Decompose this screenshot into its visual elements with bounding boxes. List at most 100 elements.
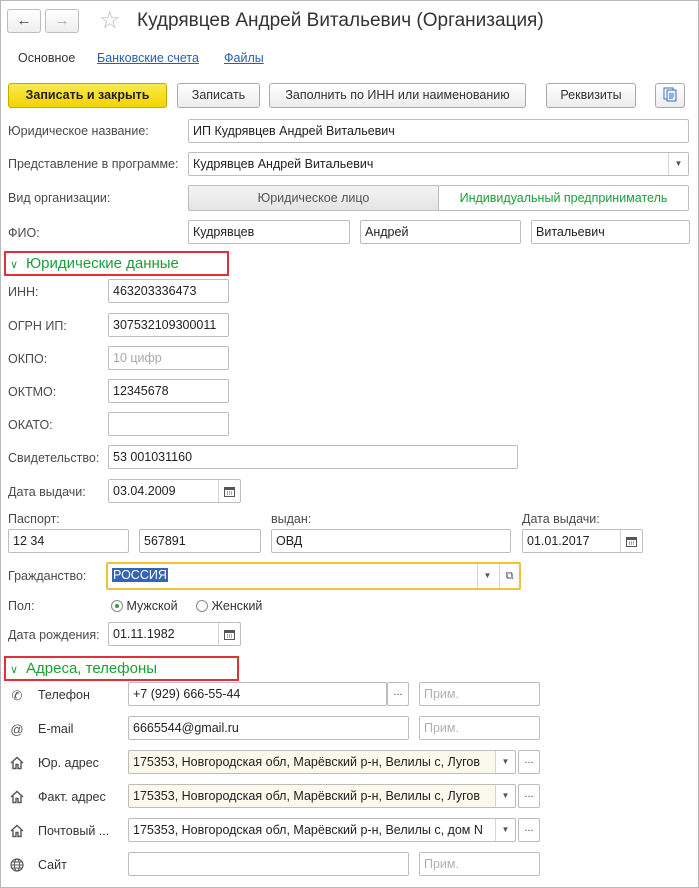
house-icon — [9, 790, 25, 806]
last-name-field[interactable]: Кудрявцев — [188, 220, 350, 244]
phone-field[interactable]: +7 (929) 666-55-44 — [128, 682, 387, 706]
birth-date-label: Дата рождения: — [8, 628, 100, 642]
favorite-star-icon[interactable]: ☆ — [99, 7, 121, 35]
calendar-icon[interactable] — [620, 530, 642, 552]
at-sign-icon: @ — [10, 722, 24, 737]
arrow-right-icon: → — [54, 12, 70, 29]
oktmo-field[interactable]: 12345678 — [108, 379, 229, 403]
email-note-field[interactable]: Прим. — [419, 716, 540, 740]
sex-female-label: Женский — [211, 599, 263, 613]
fio-label: ФИО: — [8, 226, 40, 240]
legal-name-label: Юридическое название: — [8, 124, 149, 138]
citizenship-field[interactable]: РОССИЯ ▼ ⧉ — [106, 562, 521, 590]
dropdown-arrow-icon[interactable]: ▼ — [495, 751, 515, 773]
sex-male-label: Мужской — [126, 599, 178, 613]
phone-note-field[interactable]: Прим. — [419, 682, 540, 706]
issued-by-label: выдан: — [271, 512, 312, 526]
middle-name-field[interactable]: Витальевич — [531, 220, 690, 244]
radio-selected-icon — [111, 600, 123, 612]
sex-female-radio[interactable]: Женский — [196, 599, 262, 613]
inn-label: ИНН: — [8, 285, 39, 299]
ogrn-label: ОГРН ИП: — [8, 319, 67, 333]
fill-by-inn-button[interactable]: Заполнить по ИНН или наименованию — [269, 83, 526, 108]
contacts-section-header[interactable]: ∨ Адреса, телефоны — [10, 660, 157, 677]
phone-label: Телефон — [38, 688, 90, 702]
legal-section-title: Юридические данные — [26, 255, 179, 272]
requisites-button[interactable]: Реквизиты — [546, 83, 636, 108]
display-name-field[interactable]: Кудрявцев Андрей Витальевич ▼ — [188, 152, 689, 176]
passport-number-field[interactable]: 567891 — [139, 529, 261, 553]
citizenship-label: Гражданство: — [8, 569, 87, 583]
legal-address-value: 175353, Новгородская обл, Марёвский р-н,… — [133, 755, 481, 769]
calendar-icon[interactable] — [218, 623, 240, 645]
okpo-label: ОКПО: — [8, 352, 48, 366]
tab-main[interactable]: Основное — [18, 51, 75, 65]
chevron-down-icon: ∨ — [10, 664, 19, 676]
ogrn-field[interactable]: 307532109300011 — [108, 313, 229, 337]
inn-field[interactable]: 463203336473 — [108, 279, 229, 303]
site-label: Сайт — [38, 858, 67, 872]
fact-address-field[interactable]: 175353, Новгородская обл, Марёвский р-н,… — [128, 784, 516, 808]
forward-button[interactable]: → — [45, 9, 79, 33]
phone-icon: ✆ — [11, 688, 23, 703]
sex-male-radio[interactable]: Мужской — [111, 599, 178, 613]
legal-address-field[interactable]: 175353, Новгородская обл, Марёвский р-н,… — [128, 750, 516, 774]
issue-date-field[interactable]: 03.04.2009 — [108, 479, 241, 503]
okato-label: ОКАТО: — [8, 418, 53, 432]
save-and-close-button[interactable]: Записать и закрыть — [8, 83, 167, 108]
open-form-icon[interactable]: ⧉ — [499, 564, 519, 588]
save-button[interactable]: Записать — [177, 83, 260, 108]
certificate-field[interactable]: 53 001031160 — [108, 445, 518, 469]
okato-field[interactable] — [108, 412, 229, 436]
birth-date-field[interactable]: 01.11.1982 — [108, 622, 241, 646]
calendar-icon[interactable] — [218, 480, 240, 502]
dropdown-arrow-icon[interactable]: ▼ — [668, 153, 688, 175]
display-name-value: Кудрявцев Андрей Витальевич — [193, 157, 374, 171]
legal-address-label: Юр. адрес — [38, 756, 99, 770]
sex-label: Пол: — [8, 599, 35, 613]
issued-by-field[interactable]: ОВД — [271, 529, 511, 553]
passport-series-field[interactable]: 12 34 — [8, 529, 129, 553]
certificate-label: Свидетельство: — [8, 451, 100, 465]
org-type-label: Вид организации: — [8, 191, 111, 205]
postal-address-value: 175353, Новгородская обл, Марёвский р-н,… — [133, 823, 483, 837]
birth-date-value: 01.11.1982 — [113, 627, 175, 641]
site-note-field[interactable]: Прим. — [419, 852, 540, 876]
org-type-individual-entrepreneur[interactable]: Индивидуальный предприниматель — [438, 185, 689, 211]
display-name-label: Представление в программе: — [8, 157, 179, 171]
passport-date-value: 01.01.2017 — [527, 534, 590, 548]
house-icon — [9, 824, 25, 840]
house-icon — [9, 756, 25, 772]
fact-address-more-button[interactable]: ... — [518, 784, 540, 808]
documents-icon — [663, 87, 677, 102]
dropdown-arrow-icon[interactable]: ▼ — [495, 819, 515, 841]
legal-address-more-button[interactable]: ... — [518, 750, 540, 774]
legal-name-field[interactable]: ИП Кудрявцев Андрей Витальевич — [188, 119, 689, 143]
passport-date-field[interactable]: 01.01.2017 — [522, 529, 643, 553]
tab-files[interactable]: Файлы — [224, 51, 264, 65]
back-button[interactable]: ← — [7, 9, 41, 33]
first-name-field[interactable]: Андрей — [360, 220, 521, 244]
chevron-down-icon: ∨ — [10, 259, 19, 271]
dropdown-arrow-icon[interactable]: ▼ — [495, 785, 515, 807]
contacts-section-title: Адреса, телефоны — [26, 660, 158, 677]
site-field[interactable] — [128, 852, 409, 876]
postal-address-label: Почтовый ... — [38, 824, 110, 838]
dropdown-arrow-icon[interactable]: ▼ — [477, 564, 497, 588]
globe-icon — [9, 858, 25, 874]
phone-more-button[interactable]: ... — [387, 682, 409, 706]
window-title: Кудрявцев Андрей Витальевич (Организация… — [137, 10, 544, 31]
postal-address-more-button[interactable]: ... — [518, 818, 540, 842]
okpo-field[interactable]: 10 цифр — [108, 346, 229, 370]
fact-address-label: Факт. адрес — [38, 790, 106, 804]
copy-button[interactable] — [655, 83, 685, 108]
citizenship-value: РОССИЯ — [112, 568, 168, 582]
issue-date-label: Дата выдачи: — [8, 485, 86, 499]
radio-unselected-icon — [196, 600, 208, 612]
postal-address-field[interactable]: 175353, Новгородская обл, Марёвский р-н,… — [128, 818, 516, 842]
email-field[interactable]: 6665544@gmail.ru — [128, 716, 409, 740]
legal-section-header[interactable]: ∨ Юридические данные — [10, 255, 179, 272]
tab-bank-accounts[interactable]: Банковские счета — [97, 51, 199, 65]
org-type-legal-entity[interactable]: Юридическое лицо — [188, 185, 439, 211]
passport-label: Паспорт: — [8, 512, 60, 526]
